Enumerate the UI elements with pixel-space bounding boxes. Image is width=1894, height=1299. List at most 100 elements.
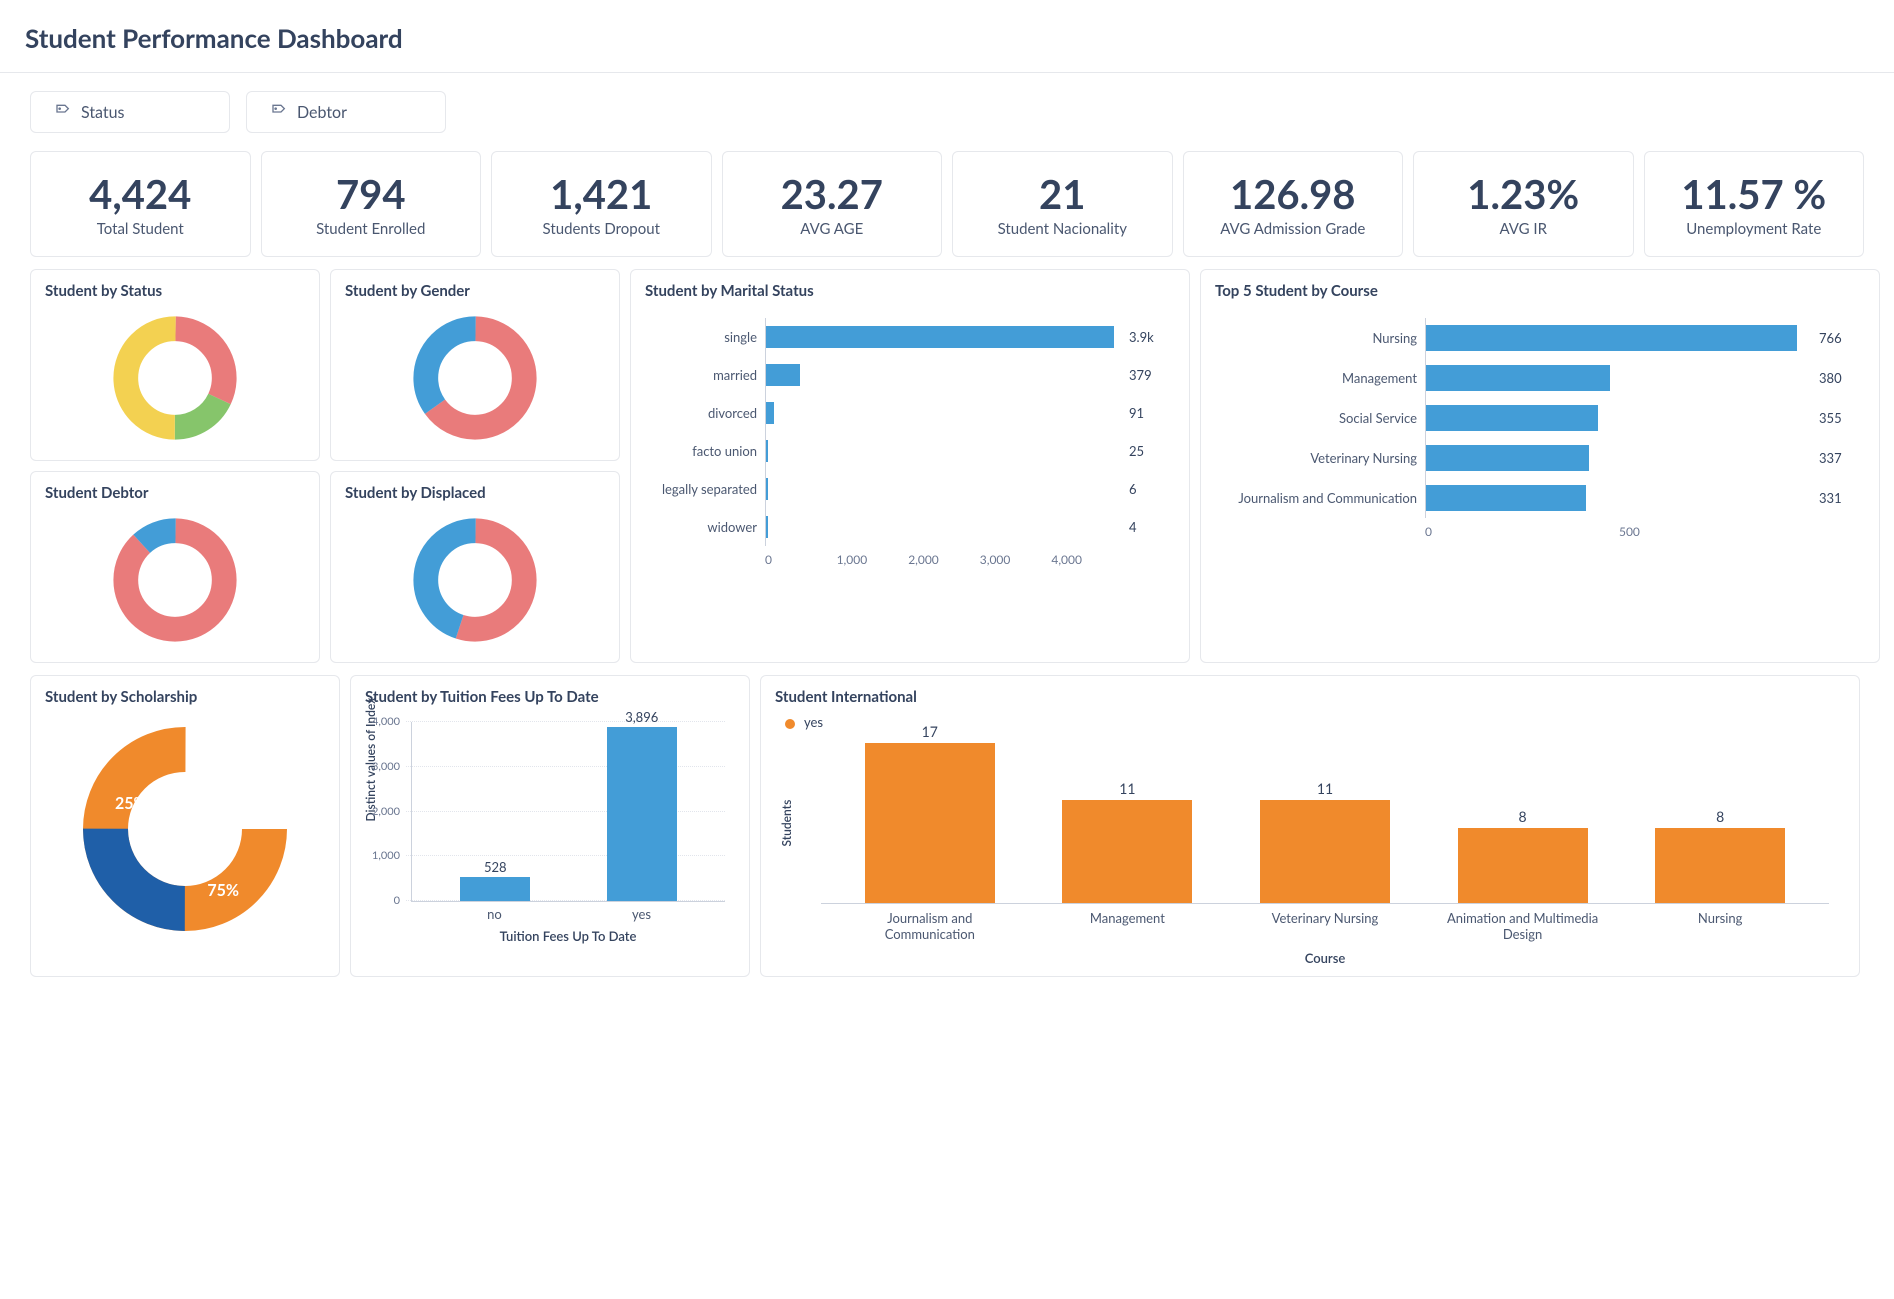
kpi-label: AVG AGE bbox=[731, 220, 934, 238]
kpi-row: 4,424 Total Student 794 Student Enrolled… bbox=[30, 151, 1864, 257]
scholarship-label-25: 25% bbox=[115, 794, 147, 813]
hbar-category: single bbox=[645, 329, 765, 345]
page-header: Student Performance Dashboard bbox=[0, 0, 1894, 73]
vbar-category: Nursing bbox=[1635, 910, 1805, 942]
hbar-value: 91 bbox=[1123, 405, 1167, 421]
scholarship-label-75: 75% bbox=[207, 881, 239, 900]
legend-label: yes bbox=[804, 714, 823, 730]
card-student-by-scholarship[interactable]: Student by Scholarship 25% 75% bbox=[30, 675, 340, 977]
hbar-bar[interactable] bbox=[766, 364, 800, 386]
card-student-by-marital-status[interactable]: Student by Marital Status single3.9kmarr… bbox=[630, 269, 1190, 663]
axis-x-label: Course bbox=[821, 950, 1829, 966]
vbar-category: Animation and Multimedia Design bbox=[1438, 910, 1608, 942]
kpi-student-enrolled: 794 Student Enrolled bbox=[261, 151, 482, 257]
hbar-bar[interactable] bbox=[766, 440, 768, 462]
card-title: Student by Tuition Fees Up To Date bbox=[365, 688, 735, 706]
kpi-unemployment-rate: 11.57 % Unemployment Rate bbox=[1644, 151, 1865, 257]
chart-tuition: Distinct values of Index 01,0002,0003,00… bbox=[365, 714, 735, 944]
card-title: Student by Marital Status bbox=[645, 282, 1175, 300]
card-top5-course[interactable]: Top 5 Student by Course Nursing766Manage… bbox=[1200, 269, 1880, 663]
hbar-category: Management bbox=[1215, 370, 1425, 386]
card-student-by-displaced[interactable]: Student by Displaced bbox=[330, 471, 620, 663]
hbar-bar[interactable] bbox=[1426, 485, 1586, 511]
hbar-bar[interactable] bbox=[766, 516, 768, 538]
hbar-value: 337 bbox=[1813, 450, 1857, 466]
vbar-bar[interactable]: 528 bbox=[460, 877, 530, 901]
hbar-category: Nursing bbox=[1215, 330, 1425, 346]
hbar-bar[interactable] bbox=[766, 402, 774, 424]
kpi-avg-ir: 1.23% AVG IR bbox=[1413, 151, 1634, 257]
card-student-by-status[interactable]: Student by Status bbox=[30, 269, 320, 461]
filter-status[interactable]: Status bbox=[30, 91, 230, 133]
hbar-category: legally separated bbox=[645, 481, 765, 497]
vbar-value: 11 bbox=[1260, 780, 1390, 797]
hbar-row: facto union25 bbox=[645, 432, 1167, 470]
chart-international: yes Students 17111188 Journalism and Com… bbox=[775, 714, 1845, 964]
donut-debtor bbox=[45, 510, 305, 650]
filter-debtor[interactable]: Debtor bbox=[246, 91, 446, 133]
card-title: Student by Displaced bbox=[345, 484, 605, 502]
kpi-value: 4,424 bbox=[39, 172, 242, 216]
kpi-avg-age: 23.27 AVG AGE bbox=[722, 151, 943, 257]
vbar-bar[interactable]: 3,896 bbox=[607, 727, 677, 901]
tag-icon bbox=[271, 102, 287, 122]
hbar-category: Social Service bbox=[1215, 410, 1425, 426]
vbar-category: no bbox=[460, 906, 530, 922]
card-student-by-gender[interactable]: Student by Gender bbox=[330, 269, 620, 461]
hbar-value: 766 bbox=[1813, 330, 1857, 346]
kpi-label: Student Enrolled bbox=[270, 220, 473, 238]
hbar-value: 4 bbox=[1123, 519, 1167, 535]
card-tuition-fees[interactable]: Student by Tuition Fees Up To Date Disti… bbox=[350, 675, 750, 977]
vbar-value: 528 bbox=[460, 859, 530, 875]
donut-displaced bbox=[345, 510, 605, 650]
donut-status bbox=[45, 308, 305, 448]
vbar-bar[interactable]: 8 bbox=[1655, 828, 1785, 903]
card-student-international[interactable]: Student International yes Students 17111… bbox=[760, 675, 1860, 977]
kpi-label: AVG Admission Grade bbox=[1192, 220, 1395, 238]
vbar-bar[interactable]: 8 bbox=[1458, 828, 1588, 903]
hbar-bar[interactable] bbox=[1426, 445, 1589, 471]
hbar-value: 331 bbox=[1813, 490, 1857, 506]
hbar-bar[interactable] bbox=[766, 478, 768, 500]
vbar-value: 11 bbox=[1062, 780, 1192, 797]
filter-status-label: Status bbox=[81, 103, 125, 122]
page-title: Student Performance Dashboard bbox=[25, 22, 1864, 54]
hbar-category: married bbox=[645, 367, 765, 383]
axis-x-label: Tuition Fees Up To Date bbox=[411, 928, 725, 944]
kpi-label: Students Dropout bbox=[500, 220, 703, 238]
card-student-debtor[interactable]: Student Debtor bbox=[30, 471, 320, 663]
hbar-row: divorced 91 bbox=[645, 394, 1167, 432]
vbar-bar[interactable]: 11 bbox=[1062, 800, 1192, 903]
donut-scholarship: 25% 75% bbox=[45, 714, 325, 944]
vbar-value: 3,896 bbox=[607, 709, 677, 725]
kpi-avg-admission-grade: 126.98 AVG Admission Grade bbox=[1183, 151, 1404, 257]
hbar-bar[interactable] bbox=[1426, 405, 1598, 431]
kpi-label: Student Nacionality bbox=[961, 220, 1164, 238]
hbar-category: widower bbox=[645, 519, 765, 535]
vbar-value: 8 bbox=[1655, 808, 1785, 825]
card-title: Student Debtor bbox=[45, 484, 305, 502]
kpi-value: 1,421 bbox=[500, 172, 703, 216]
hbar-category: divorced bbox=[645, 405, 765, 421]
donut-gender bbox=[345, 308, 605, 448]
legend-dot-icon bbox=[785, 719, 795, 729]
kpi-students-dropout: 1,421 Students Dropout bbox=[491, 151, 712, 257]
axis-y-label: Students bbox=[779, 800, 794, 847]
kpi-label: Total Student bbox=[39, 220, 242, 238]
vbar-category: Management bbox=[1042, 910, 1212, 942]
vbar-bar[interactable]: 11 bbox=[1260, 800, 1390, 903]
hbar-bar[interactable] bbox=[1426, 365, 1610, 391]
card-title: Student by Status bbox=[45, 282, 305, 300]
hbar-row: married379 bbox=[645, 356, 1167, 394]
kpi-value: 11.57 % bbox=[1653, 172, 1856, 216]
vbar-bar[interactable]: 17 bbox=[865, 743, 995, 903]
hbar-row: widower 4 bbox=[645, 508, 1167, 546]
chart-courses: Nursing766Management380Social Service355… bbox=[1215, 308, 1865, 543]
hbar-bar[interactable] bbox=[1426, 325, 1797, 351]
vbar-value: 17 bbox=[865, 723, 995, 740]
hbar-bar[interactable] bbox=[766, 326, 1114, 348]
vbar-category: Journalism and Communication bbox=[845, 910, 1015, 942]
kpi-value: 794 bbox=[270, 172, 473, 216]
kpi-value: 1.23% bbox=[1422, 172, 1625, 216]
hbar-value: 25 bbox=[1123, 443, 1167, 459]
